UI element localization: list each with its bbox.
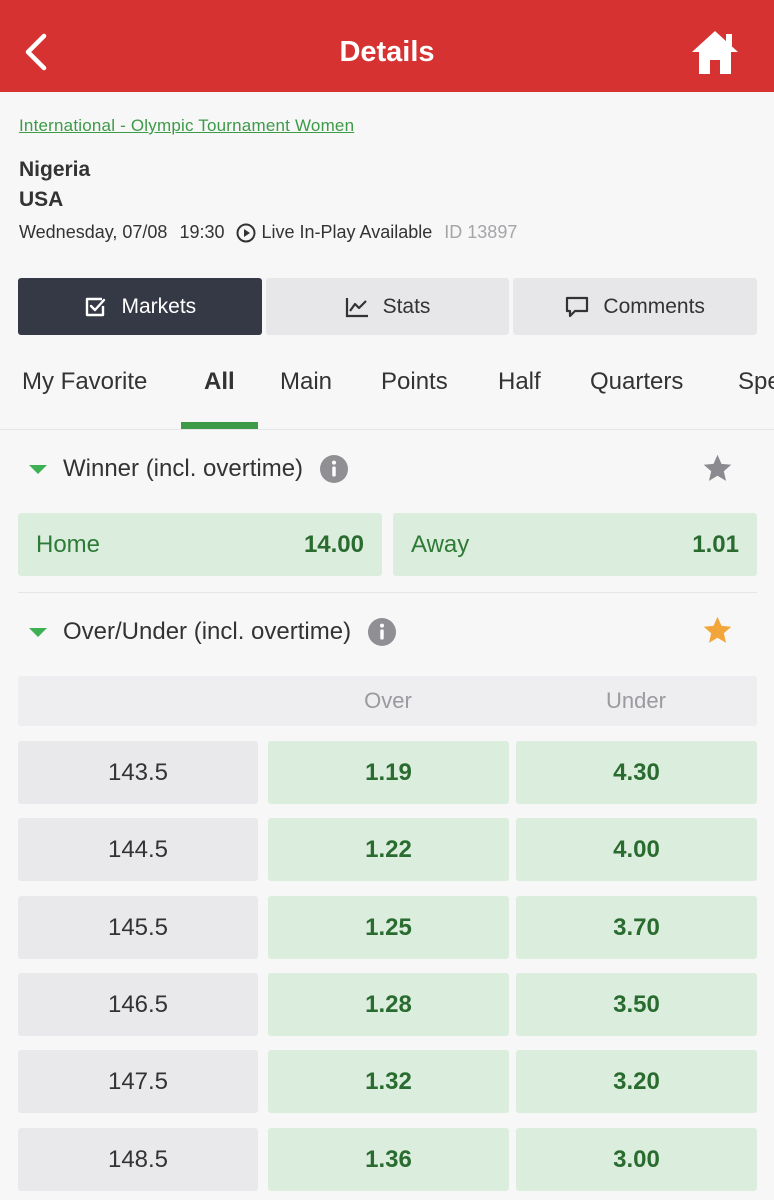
ou-line-value: 144.5 <box>18 818 258 881</box>
view-segments: Markets Stats Comments <box>18 278 758 335</box>
under-odds-button[interactable]: 3.70 <box>516 896 757 959</box>
under-odds-button[interactable]: 3.00 <box>516 1128 757 1191</box>
ou-market-header[interactable]: Over/Under (incl. overtime) <box>18 617 397 647</box>
over-odds-button[interactable]: 1.25 <box>268 896 509 959</box>
ou-row: 148.5 1.36 3.00 <box>18 1128 757 1191</box>
tab-half[interactable]: Half <box>498 368 541 396</box>
odds-value: 14.00 <box>303 530 364 558</box>
ou-row: 145.5 1.25 3.70 <box>18 896 757 959</box>
odds-value: 1.01 <box>692 530 739 558</box>
under-odds-button[interactable]: 3.20 <box>516 1050 757 1113</box>
collapse-triangle-icon <box>29 464 47 474</box>
over-odds-button[interactable]: 1.32 <box>268 1050 509 1113</box>
under-odds-button[interactable]: 4.30 <box>516 741 757 804</box>
ou-column-header: Over Under <box>18 676 757 726</box>
top-bar: Details <box>0 0 774 92</box>
over-odds-button[interactable]: 1.36 <box>268 1128 509 1191</box>
segment-label: Comments <box>603 294 705 318</box>
event-meta: Wednesday, 07/08 19:30 Live In-Play Avai… <box>19 222 517 243</box>
market-title: Winner (incl. overtime) <box>63 455 304 482</box>
section-divider <box>18 592 757 593</box>
tab-specials[interactable]: Spe <box>738 368 774 396</box>
ou-line-value: 145.5 <box>18 896 258 959</box>
over-odds-button[interactable]: 1.28 <box>268 973 509 1036</box>
under-odds-button[interactable]: 3.50 <box>516 973 757 1036</box>
over-odds-button[interactable]: 1.19 <box>268 741 509 804</box>
favorite-star-icon[interactable] <box>701 614 734 647</box>
ou-row: 143.5 1.19 4.30 <box>18 741 757 804</box>
comment-icon <box>566 296 589 317</box>
odds-label: Home <box>36 530 101 558</box>
info-icon[interactable] <box>367 617 397 647</box>
home-icon[interactable] <box>690 28 740 76</box>
segment-stats[interactable]: Stats <box>265 278 510 335</box>
ou-line-value: 147.5 <box>18 1050 258 1113</box>
ou-line-value: 143.5 <box>18 741 258 804</box>
play-circle-icon <box>236 223 255 242</box>
live-inplay-label: Live In-Play Available <box>261 222 433 242</box>
over-column-label: Over <box>364 688 412 713</box>
winner-market-header[interactable]: Winner (incl. overtime) <box>18 454 349 484</box>
event-date: Wednesday, 07/08 <box>19 222 168 242</box>
league-link[interactable]: International - Olympic Tournament Women <box>19 116 354 136</box>
ou-line-value: 148.5 <box>18 1128 258 1191</box>
segment-label: Stats <box>382 294 431 318</box>
winner-odds-row: Home 14.00 Away 1.01 <box>18 513 757 576</box>
ou-row: 144.5 1.22 4.00 <box>18 818 757 881</box>
checkbox-icon <box>86 297 106 316</box>
collapse-triangle-icon <box>29 627 47 637</box>
tab-all[interactable]: All <box>204 368 235 396</box>
over-odds-button[interactable]: 1.22 <box>268 818 509 881</box>
home-team-name: Nigeria <box>19 158 91 181</box>
page-title: Details <box>339 36 435 68</box>
market-title: Over/Under (incl. overtime) <box>63 618 352 645</box>
tab-main[interactable]: Main <box>280 368 332 396</box>
info-icon[interactable] <box>319 454 349 484</box>
segment-markets[interactable]: Markets <box>18 278 262 335</box>
tab-points[interactable]: Points <box>381 368 448 396</box>
market-tabs: My Favorite All Main Points Half Quarter… <box>0 352 774 430</box>
odds-label: Away <box>411 530 470 558</box>
under-column-label: Under <box>606 688 666 713</box>
tab-quarters[interactable]: Quarters <box>590 368 683 396</box>
favorite-star-icon[interactable] <box>701 452 734 485</box>
tab-my-favorite[interactable]: My Favorite <box>22 368 147 396</box>
ou-row: 147.5 1.32 3.20 <box>18 1050 757 1113</box>
away-odds-button[interactable]: Away 1.01 <box>393 513 757 576</box>
ou-row: 146.5 1.28 3.50 <box>18 973 757 1036</box>
home-odds-button[interactable]: Home 14.00 <box>18 513 382 576</box>
event-time: 19:30 <box>179 222 225 242</box>
away-team-name: USA <box>19 188 64 211</box>
segment-label: Markets <box>121 294 197 318</box>
ou-line-value: 146.5 <box>18 973 258 1036</box>
chart-line-icon <box>345 297 368 317</box>
active-tab-indicator <box>181 422 258 429</box>
event-id: ID 13897 <box>444 222 518 242</box>
under-odds-button[interactable]: 4.00 <box>516 818 757 881</box>
segment-comments[interactable]: Comments <box>513 278 758 335</box>
